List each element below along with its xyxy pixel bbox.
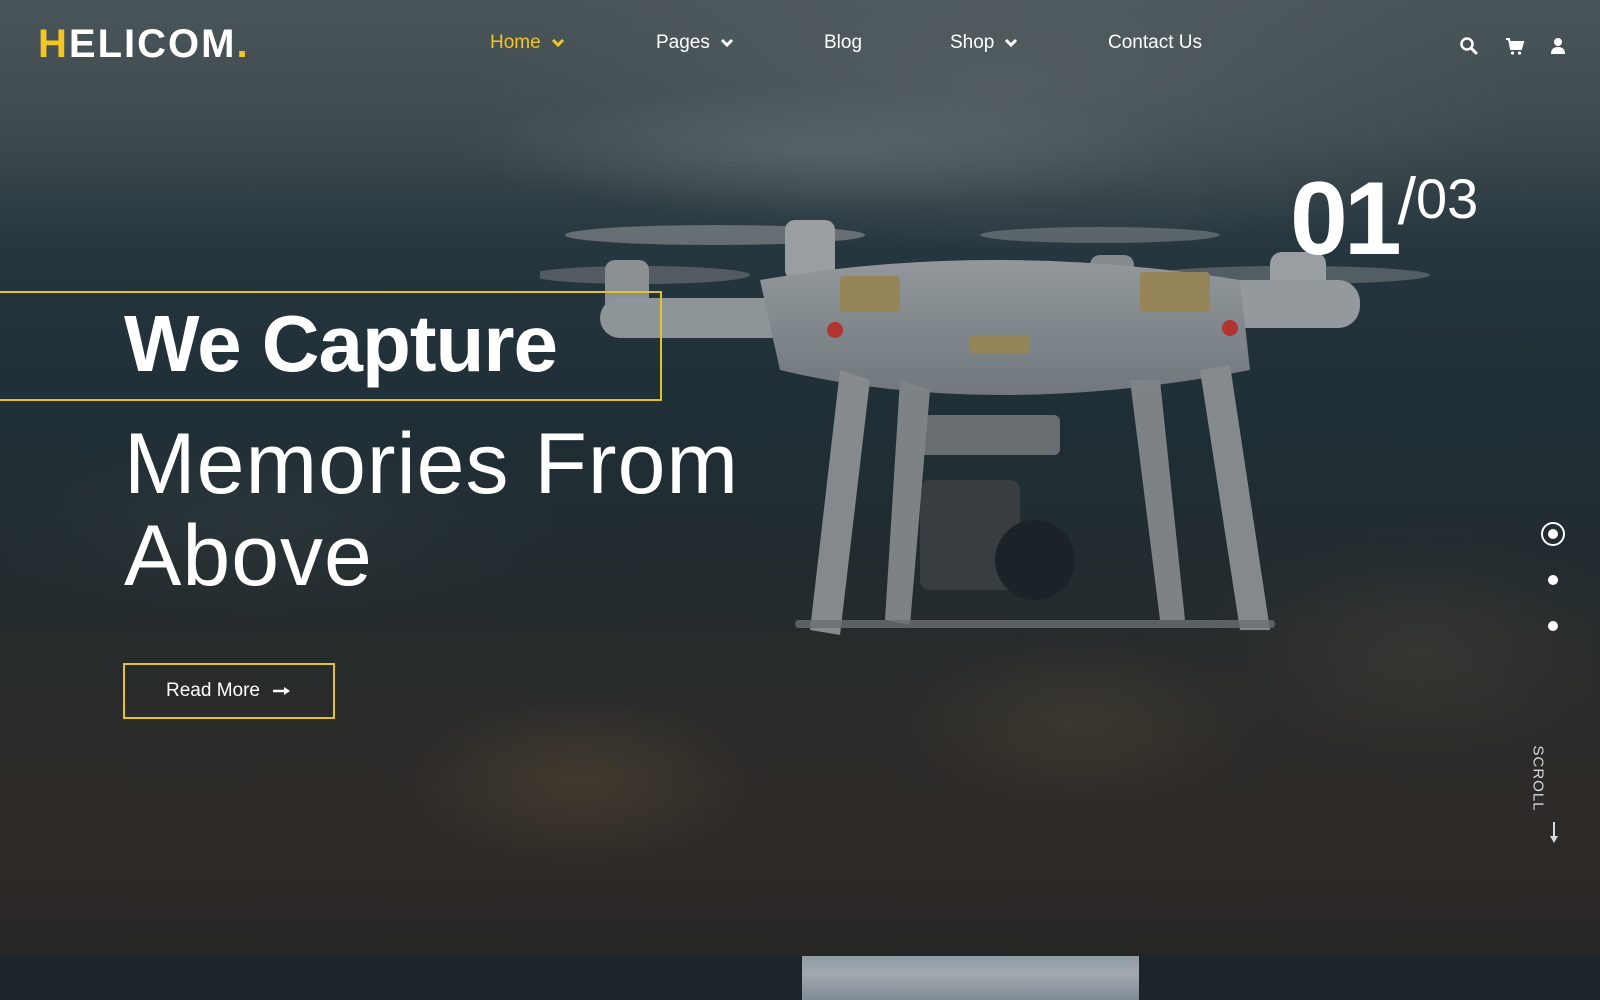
cart-icon[interactable]: [1505, 36, 1525, 56]
scroll-label[interactable]: SCROLL: [1530, 739, 1547, 819]
nav-item-label: Shop: [950, 32, 995, 53]
hero-headline-bold: We Capture: [124, 299, 558, 388]
slide-total: 03: [1416, 167, 1479, 230]
slider-dot-1-center: [1548, 529, 1558, 539]
hero-headline-light: Memories From Above: [124, 416, 740, 604]
chevron-down-icon: [720, 38, 733, 48]
next-section-image: [802, 956, 1139, 1000]
nav-item-pages[interactable]: Pages: [656, 32, 734, 54]
nav-item-label: Home: [490, 32, 541, 53]
slider-dot-2[interactable]: [1548, 575, 1558, 585]
slide-current: 01: [1290, 161, 1402, 277]
site-logo[interactable]: HELICOM.: [38, 22, 250, 67]
read-more-label: Read More: [166, 680, 260, 701]
arrow-down-icon[interactable]: [1549, 822, 1559, 844]
next-section-strip: [0, 956, 1600, 1000]
read-more-button[interactable]: Read More: [123, 663, 335, 719]
slide-counter: 01/03: [1290, 160, 1478, 279]
slide-separator: /: [1397, 164, 1417, 238]
logo-initial: H: [38, 22, 69, 66]
nav-item-home[interactable]: Home: [490, 32, 565, 54]
arrow-right-icon: [273, 687, 290, 695]
user-icon[interactable]: [1548, 36, 1568, 56]
slider-dot-1[interactable]: [1541, 522, 1565, 546]
logo-dot: .: [236, 22, 250, 66]
slider-dot-3[interactable]: [1548, 621, 1558, 631]
nav-item-label: Contact Us: [1108, 32, 1202, 53]
nav-item-blog[interactable]: Blog: [824, 32, 862, 54]
chevron-down-icon: [1005, 38, 1018, 48]
chevron-down-icon: [551, 38, 564, 48]
nav-item-shop[interactable]: Shop: [950, 32, 1018, 54]
nav-item-contact[interactable]: Contact Us: [1108, 32, 1202, 54]
search-icon[interactable]: [1459, 36, 1479, 56]
logo-text: ELICOM: [68, 22, 237, 66]
nav-item-label: Pages: [656, 32, 710, 53]
nav-item-label: Blog: [824, 32, 863, 53]
